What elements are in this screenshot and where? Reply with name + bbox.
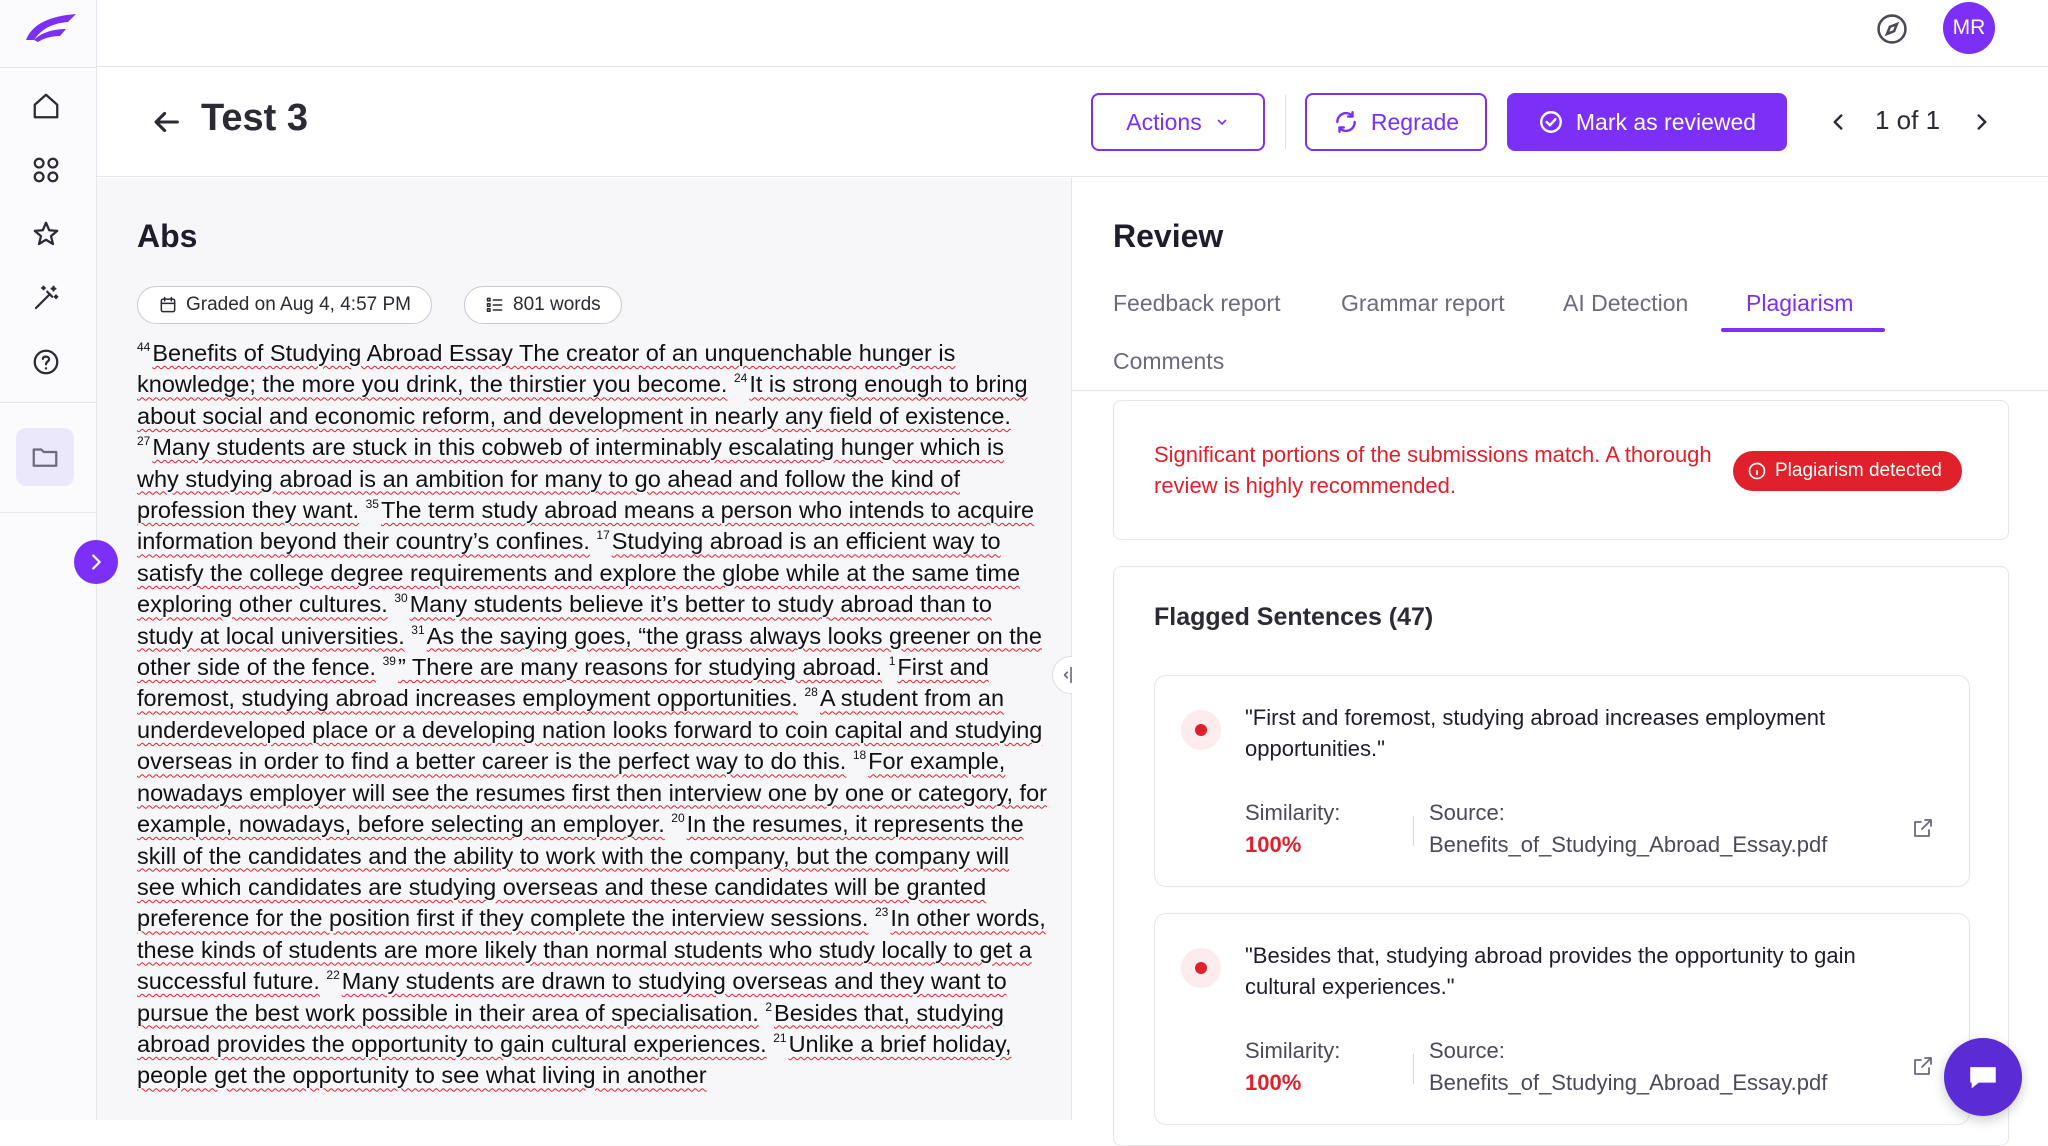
similarity-label: Similarity: [1245,800,1341,825]
source-label: Source: [1429,1038,1505,1063]
check-circle-icon [1539,111,1562,133]
source-label: Source: [1429,800,1505,825]
item-divider [1413,1054,1414,1084]
info-icon [1748,462,1766,480]
review-title: Review [1113,218,1224,254]
status-badge-label: Plagiarism detected [1775,460,1942,481]
chevron-left-icon [1833,114,1843,130]
item-divider [1413,816,1414,846]
mark-reviewed-button[interactable]: Mark as reviewed [1507,93,1787,151]
magic-wand-icon [34,285,59,310]
sidebar-divider [0,512,97,513]
help-icon [33,349,59,375]
tabs-divider [1072,390,2048,391]
sidebar-item-help[interactable] [22,338,70,386]
chevron-right-icon [1977,114,1987,130]
similarity-label: Similarity: [1245,1038,1341,1063]
pager-indicator: 1 of 1 [1875,105,1941,135]
severity-indicator [1181,948,1221,988]
sidebar-divider [0,67,97,68]
similarity-value: 100% [1245,1070,1302,1095]
word-count: 801 words [513,294,601,315]
explore-button[interactable] [1875,12,1909,46]
chevron-right-icon [92,554,101,570]
open-source-button[interactable] [1911,1054,1935,1078]
header-divider [1285,95,1286,149]
calendar-icon [160,296,176,313]
flagged-sentences-title: Flagged Sentences (47) [1154,603,1434,631]
grid-icon [33,157,59,183]
word-count-chip: 801 words [464,286,622,324]
tab-grammar-report[interactable]: Grammar report [1341,290,1505,317]
alert-message: Significant portions of the submissions … [1154,442,1712,498]
regrade-button[interactable]: Regrade [1305,93,1487,151]
refresh-icon [1336,111,1356,133]
regrade-label: Regrade [1370,108,1460,135]
severity-indicator [1181,710,1221,750]
tab-plagiarism[interactable]: Plagiarism [1746,290,1853,317]
status-badge: Plagiarism detected [1733,451,1962,491]
plagiarism-alert: Significant portions of the submissions … [1113,400,2009,540]
folder-icon [32,448,58,467]
tab-ai-detection[interactable]: AI Detection [1563,290,1688,317]
source-value: Benefits_of_Studying_Abroad_Essay.pdf [1429,1070,1828,1095]
review-panel: Review Feedback report Grammar report AI… [1072,178,2048,1146]
chat-button[interactable] [1944,1038,2022,1116]
flagged-item[interactable]: "First and foremost, studying abroad inc… [1154,675,1970,887]
graded-date: Graded on Aug 4, 4:57 PM [186,294,411,315]
sidebar-item-folders[interactable] [16,428,74,486]
similarity-value: 100% [1245,832,1302,857]
essay-title: Abs [137,218,198,254]
list-icon [486,297,503,312]
tab-feedback-report[interactable]: Feedback report [1113,290,1280,317]
actions-label: Actions [1126,108,1202,135]
sidebar-divider [0,402,97,403]
next-button[interactable] [1969,109,1995,135]
graded-date-chip: Graded on Aug 4, 4:57 PM [137,286,432,324]
external-link-icon [1914,1057,1932,1075]
open-source-button[interactable] [1911,816,1935,840]
essay-panel: Abs Graded on Aug 4, 4:57 PM 801 words 4… [97,178,1071,1120]
logo-icon[interactable] [20,10,80,50]
sidebar-item-favorites[interactable] [22,210,70,258]
flagged-quote: "Besides that, studying abroad provides … [1245,943,1856,999]
top-bar: MR [97,0,2048,67]
page-title: Test 3 [201,97,309,139]
chat-icon [1970,1067,1996,1089]
essay-sentence[interactable]: 39” There are many reasons for studying … [383,654,889,680]
flagged-quote: "First and foremost, studying abroad inc… [1245,705,1826,761]
sidebar-item-ai-tools[interactable] [22,274,70,322]
chevron-down-icon [1217,119,1227,126]
tab-comments[interactable]: Comments [1113,348,1224,375]
page-header: Test 3 Actions Regrade Mark as reviewed … [97,67,2048,177]
avatar[interactable]: MR [1943,2,1995,54]
arrow-left-icon [154,111,179,133]
flagged-sentences-card: Flagged Sentences (47) "First and foremo… [1113,566,2009,1146]
active-tab-indicator [1721,328,1885,332]
sidebar-item-home[interactable] [22,82,70,130]
essay-body: 44Benefits of Studying Abroad Essay The … [137,338,1047,1092]
home-icon [33,93,59,119]
previous-button[interactable] [1825,109,1851,135]
star-icon [33,221,59,246]
sidebar-item-dashboard[interactable] [22,146,70,194]
back-button[interactable] [149,105,183,139]
mark-reviewed-label: Mark as reviewed [1575,108,1757,135]
actions-button[interactable]: Actions [1091,93,1265,151]
compass-icon [1877,14,1907,44]
flagged-item[interactable]: "Besides that, studying abroad provides … [1154,913,1970,1125]
external-link-icon [1914,819,1932,837]
source-value: Benefits_of_Studying_Abroad_Essay.pdf [1429,832,1828,857]
expand-sidebar-button[interactable] [74,540,118,584]
